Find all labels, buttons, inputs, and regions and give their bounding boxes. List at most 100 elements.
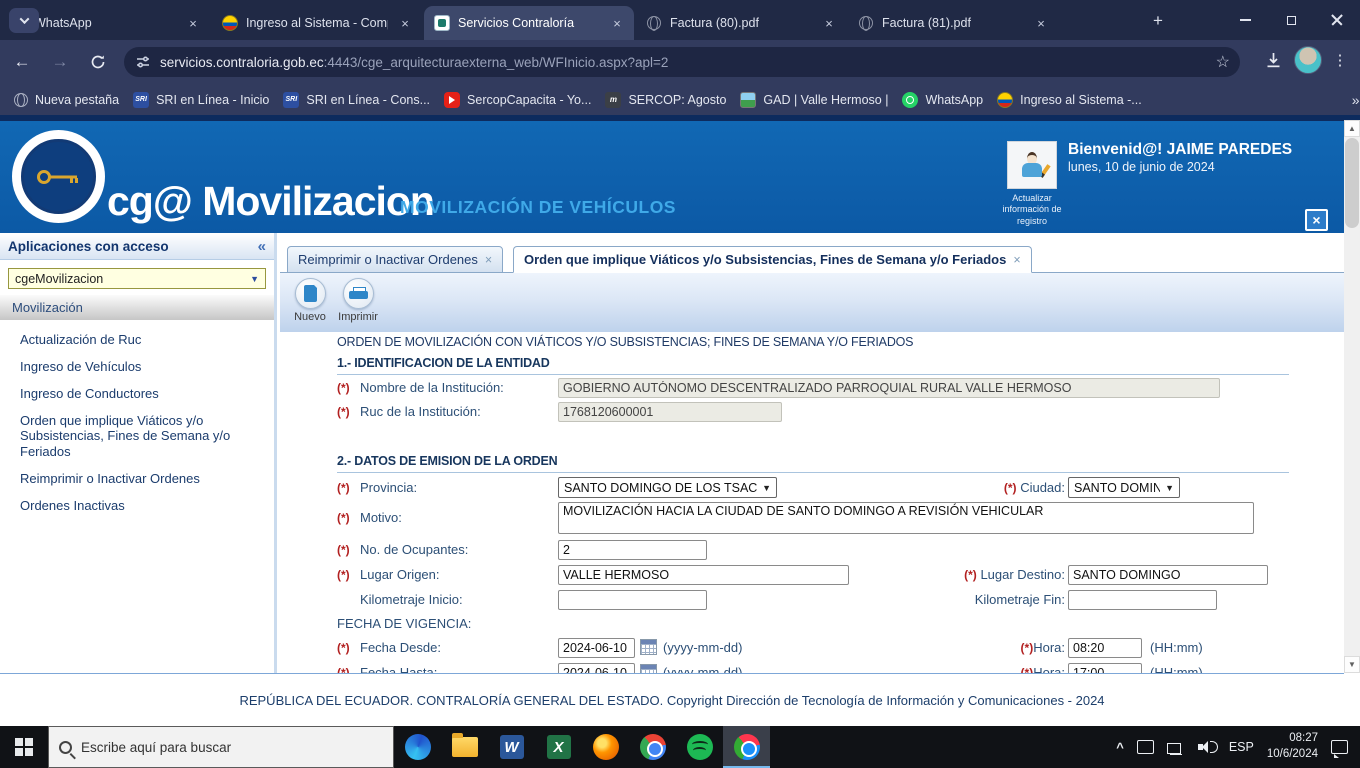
ciudad-select[interactable]: SANTO DOMINGO ▼ bbox=[1068, 477, 1180, 498]
fecha-hasta-field[interactable] bbox=[558, 663, 635, 673]
volume-icon[interactable] bbox=[1198, 739, 1216, 755]
taskbar-excel[interactable]: X bbox=[535, 726, 582, 768]
provincia-label: Provincia: bbox=[360, 480, 417, 495]
profile-avatar[interactable] bbox=[1294, 46, 1322, 74]
back-button[interactable]: ← bbox=[6, 46, 38, 78]
notification-center-icon[interactable] bbox=[1331, 740, 1348, 754]
bookmark-sercop-agosto[interactable]: mSERCOP: Agosto bbox=[605, 92, 726, 108]
url-text: servicios.contraloria.gob.ec:4443/cge_ar… bbox=[160, 55, 1208, 70]
scrollbar-thumb[interactable] bbox=[1345, 138, 1359, 228]
collapse-sidebar-icon[interactable]: « bbox=[258, 238, 266, 255]
site-close-button[interactable]: × bbox=[1305, 209, 1328, 231]
bookmark-star-icon[interactable]: ☆ bbox=[1216, 52, 1230, 72]
date-format-hint: (yyyy-mm-dd) bbox=[663, 665, 742, 673]
close-tab-icon[interactable]: × bbox=[1013, 253, 1020, 267]
print-button[interactable]: Imprimir bbox=[336, 278, 380, 332]
minimize-button[interactable] bbox=[1222, 0, 1268, 40]
close-window-button[interactable] bbox=[1314, 0, 1360, 40]
bookmarks-overflow-button[interactable]: » bbox=[1352, 92, 1360, 108]
lugar-origen-field[interactable] bbox=[558, 565, 849, 585]
taskbar-word[interactable]: W bbox=[488, 726, 535, 768]
fecha-desde-field[interactable] bbox=[558, 638, 635, 658]
start-button[interactable] bbox=[0, 726, 48, 768]
site-info-icon[interactable] bbox=[136, 55, 150, 69]
taskbar-edge[interactable] bbox=[394, 726, 441, 768]
close-tab-icon[interactable]: × bbox=[608, 14, 626, 32]
required-mark: (*) bbox=[337, 568, 350, 582]
calendar-icon[interactable] bbox=[640, 639, 657, 655]
time-format-hint: (HH:mm) bbox=[1150, 640, 1203, 655]
bookmark-ingreso-sistema[interactable]: Ingreso al Sistema -... bbox=[997, 92, 1142, 108]
close-tab-icon[interactable]: × bbox=[820, 14, 838, 32]
sidebar-group-movilizacion[interactable]: Movilización bbox=[0, 295, 274, 320]
sidebar-item-ordenes-inactivas[interactable]: Ordenes Inactivas bbox=[20, 498, 258, 514]
provincia-select[interactable]: SANTO DOMINGO DE LOS TSACHILAS ▼ bbox=[558, 477, 777, 498]
bookmark-label: Nueva pestaña bbox=[35, 93, 119, 107]
taskbar-chrome-active[interactable] bbox=[723, 726, 770, 768]
downloads-button[interactable] bbox=[1258, 45, 1288, 75]
ecuador-crest-icon bbox=[997, 92, 1013, 108]
close-tab-icon[interactable]: × bbox=[184, 14, 202, 32]
search-input[interactable] bbox=[81, 740, 361, 755]
close-tab-icon[interactable]: × bbox=[1032, 14, 1050, 32]
scroll-down-button[interactable]: ▼ bbox=[1344, 656, 1360, 673]
new-tab-button[interactable]: + bbox=[1146, 9, 1170, 33]
sidebar-item-actualizacion-ruc[interactable]: Actualización de Ruc bbox=[20, 332, 258, 348]
tab-label: Servicios Contraloría bbox=[458, 16, 600, 30]
page-scrollbar[interactable]: ▲ ▼ bbox=[1344, 120, 1360, 673]
lugar-destino-field[interactable] bbox=[1068, 565, 1268, 585]
bookmark-whatsapp[interactable]: WhatsApp bbox=[902, 92, 983, 108]
clock[interactable]: 08:27 10/6/2024 bbox=[1267, 731, 1318, 762]
browser-menu-button[interactable]: ⋮ bbox=[1328, 51, 1352, 69]
bookmark-nueva-pestana[interactable]: Nueva pestaña bbox=[14, 93, 119, 107]
application-selector[interactable]: cgeMovilizacion ▼ bbox=[8, 268, 266, 289]
reload-button[interactable] bbox=[82, 46, 114, 78]
forward-button[interactable]: → bbox=[44, 46, 76, 78]
ocupantes-field[interactable] bbox=[558, 540, 707, 560]
scroll-up-button[interactable]: ▲ bbox=[1344, 120, 1360, 137]
taskbar-file-explorer[interactable] bbox=[441, 726, 488, 768]
bookmark-sercopcapacita[interactable]: SercopCapacita - Yo... bbox=[444, 92, 591, 108]
browser-tab-servicios-contraloria[interactable]: Servicios Contraloría × bbox=[424, 6, 634, 40]
whatsapp-icon bbox=[902, 92, 918, 108]
close-tab-icon[interactable]: × bbox=[396, 14, 414, 32]
restore-icon bbox=[1287, 16, 1296, 25]
sidebar-item-orden-viaticos[interactable]: Orden que implique Viáticos y/o Subsiste… bbox=[20, 413, 258, 461]
taskbar-chrome[interactable] bbox=[629, 726, 676, 768]
taskbar-spotify[interactable] bbox=[676, 726, 723, 768]
hora-desde-field[interactable] bbox=[1068, 638, 1142, 658]
km-fin-field[interactable] bbox=[1068, 590, 1217, 610]
windows-taskbar: W X ^ ESP 08:27 10/6/2024 bbox=[0, 726, 1360, 768]
hidden-icons-button[interactable]: ^ bbox=[1116, 740, 1124, 755]
bookmark-gad-valle-hermoso[interactable]: GAD | Valle Hermoso | bbox=[740, 92, 888, 108]
km-inicio-field[interactable] bbox=[558, 590, 707, 610]
address-bar[interactable]: servicios.contraloria.gob.ec:4443/cge_ar… bbox=[124, 47, 1240, 77]
motivo-field[interactable]: MOVILIZACIÓN HACIA LA CIUDAD DE SANTO DO… bbox=[558, 502, 1254, 534]
browser-tab-ingreso[interactable]: Ingreso al Sistema - Compra × bbox=[212, 6, 422, 40]
close-icon bbox=[1330, 13, 1344, 27]
tab-reimprimir-ordenes[interactable]: Reimprimir o Inactivar Ordenes × bbox=[287, 246, 503, 273]
close-tab-icon[interactable]: × bbox=[485, 253, 492, 267]
sidebar-item-ingreso-conductores[interactable]: Ingreso de Conductores bbox=[20, 386, 258, 402]
person-icon bbox=[1019, 152, 1045, 178]
browser-tab-factura-80[interactable]: Factura (80).pdf × bbox=[636, 6, 846, 40]
browser-tab-factura-81[interactable]: Factura (81).pdf × bbox=[848, 6, 1058, 40]
update-registration-button[interactable] bbox=[1007, 141, 1057, 189]
sidebar-item-ingreso-vehiculos[interactable]: Ingreso de Vehículos bbox=[20, 359, 258, 375]
bookmark-sri-consultas[interactable]: SRISRI en Línea - Cons... bbox=[283, 92, 430, 108]
lugar-destino-label: (*) Lugar Destino: bbox=[840, 567, 1065, 582]
language-indicator[interactable]: ESP bbox=[1229, 740, 1254, 754]
network-icon[interactable] bbox=[1167, 740, 1185, 754]
sidebar-item-reimprimir-inactivar[interactable]: Reimprimir o Inactivar Ordenes bbox=[20, 471, 258, 487]
tab-search-button[interactable] bbox=[9, 8, 39, 33]
avatar-caption[interactable]: Actualizar información de registro bbox=[995, 193, 1069, 227]
bookmark-sri-inicio[interactable]: SRISRI en Línea - Inicio bbox=[133, 92, 269, 108]
tab-orden-viaticos[interactable]: Orden que implique Viáticos y/o Subsiste… bbox=[513, 246, 1032, 273]
calendar-icon[interactable] bbox=[640, 664, 657, 673]
taskbar-firefox[interactable] bbox=[582, 726, 629, 768]
hora-hasta-field[interactable] bbox=[1068, 663, 1142, 673]
restore-button[interactable] bbox=[1268, 0, 1314, 40]
new-button[interactable]: Nuevo bbox=[288, 278, 332, 332]
tablet-mode-icon[interactable] bbox=[1137, 740, 1154, 754]
taskbar-search[interactable] bbox=[48, 726, 394, 768]
